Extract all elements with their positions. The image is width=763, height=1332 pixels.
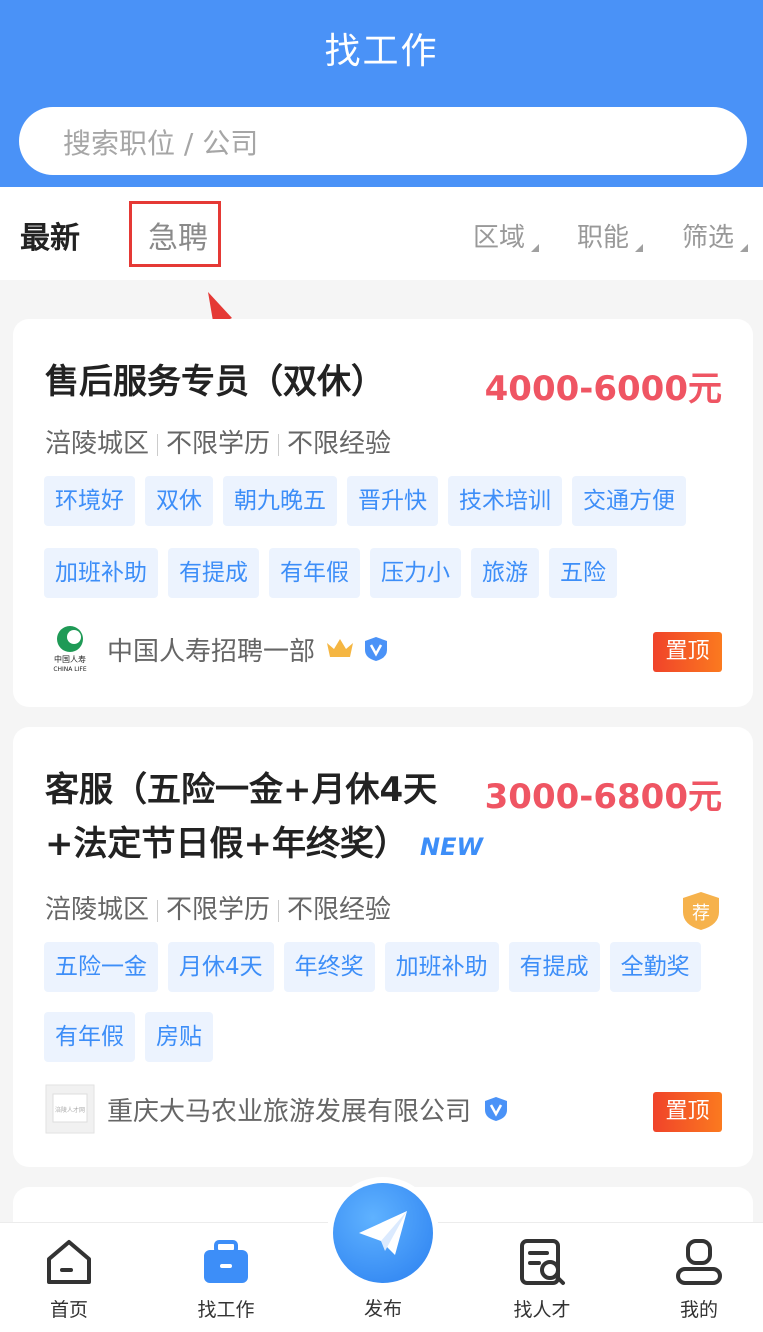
verified-icon	[485, 1097, 508, 1121]
job-education: 不限学历	[166, 895, 271, 925]
job-tag: 有提成	[168, 547, 259, 598]
china-life-logo: 中国人寿 CHINA LIFE	[53, 626, 87, 673]
job-tag: 五险一金	[44, 942, 158, 992]
crown-icon	[327, 639, 354, 657]
tab-home-label: 首页	[49, 1299, 88, 1321]
talent-search-icon	[520, 1239, 565, 1285]
company-logo: 涪陵人才网	[45, 1084, 95, 1134]
company-row[interactable]: 涪陵人才网 重庆大马农业旅游发展有限公司	[45, 1079, 509, 1139]
job-tag: 房贴	[145, 1012, 213, 1062]
company-name: 重庆大马农业旅游发展有限公司	[107, 1096, 472, 1127]
job-education: 不限学历	[166, 429, 271, 459]
pinned-badge: 置顶	[653, 1092, 722, 1132]
job-title-line2: +法定节日假+年终奖）	[45, 824, 408, 864]
tab-me[interactable]: 我的	[649, 1237, 749, 1322]
publish-button[interactable]	[333, 1183, 433, 1283]
recommend-badge-icon: 荐	[683, 892, 719, 930]
tab-home[interactable]: 首页	[19, 1237, 119, 1322]
job-location: 涪陵城区	[45, 429, 150, 459]
tab-talent[interactable]: 找人才	[492, 1237, 592, 1322]
job-tag: 晋升快	[347, 476, 438, 526]
job-tag: 旅游	[471, 547, 539, 598]
job-tags: 五险一金 月休4天 年终奖 加班补助 有提成 全勤奖 有年假 房贴	[44, 942, 734, 1082]
job-meta: 涪陵城区 不限学历 不限经验	[45, 889, 391, 926]
job-title-line1: 客服（五险一金+月休4天	[45, 770, 438, 810]
tab-publish-label: 发布	[363, 1298, 402, 1320]
pinned-badge: 置顶	[653, 632, 722, 672]
job-tag: 五险	[549, 547, 617, 598]
verified-icon	[365, 637, 388, 661]
job-tag: 压力小	[370, 547, 461, 598]
job-tag: 有年假	[44, 1012, 135, 1062]
job-card[interactable]: 客服（五险一金+月休4天 +法定节日假+年终奖） NEW 3000-6800元 涪…	[13, 727, 753, 1167]
job-salary: 4000-6000元	[484, 369, 722, 409]
company-logo-text: 涪陵人才网	[55, 1106, 85, 1114]
paper-plane-icon	[359, 1211, 407, 1255]
job-tag: 技术培训	[448, 476, 562, 526]
job-card[interactable]: 售后服务专员（双休） 4000-6000元 涪陵城区 不限学历 不限经验 环境好 双…	[13, 319, 753, 707]
logo-text-en: CHINA LIFE	[53, 666, 87, 673]
tab-me-label: 我的	[679, 1299, 718, 1321]
tab-jobs-label: 找工作	[197, 1299, 255, 1321]
job-tags: 环境好 双休 朝九晚五 晋升快 技术培训 交通方便 加班补助 有提成 有年假 压…	[44, 476, 734, 619]
job-tag: 全勤奖	[609, 942, 701, 992]
job-experience: 不限经验	[287, 895, 392, 925]
job-title: 客服（五险一金+月休4天 +法定节日假+年终奖） NEW	[45, 763, 483, 874]
job-tag: 年终奖	[283, 942, 375, 992]
job-tag: 朝九晚五	[223, 476, 337, 526]
recommend-label: 荐	[692, 903, 710, 924]
job-tag: 交通方便	[572, 476, 686, 526]
job-location: 涪陵城区	[45, 895, 150, 925]
briefcase-icon	[204, 1240, 248, 1283]
job-tag: 加班补助	[384, 942, 499, 992]
job-salary: 3000-6800元	[484, 777, 722, 817]
job-tag: 加班补助	[44, 547, 158, 598]
job-title: 售后服务专员（双休）	[45, 362, 385, 402]
job-tag: 环境好	[44, 476, 135, 526]
home-icon	[47, 1240, 91, 1284]
job-tag: 双休	[145, 476, 213, 526]
company-row[interactable]: 中国人寿 CHINA LIFE 中国人寿招聘一部	[45, 619, 389, 679]
job-tag: 有提成	[508, 942, 600, 992]
logo-text-cn: 中国人寿	[54, 654, 86, 664]
job-experience: 不限经验	[287, 429, 392, 459]
new-badge: NEW	[419, 833, 483, 861]
tab-talent-label: 找人才	[513, 1299, 571, 1321]
tab-jobs[interactable]: 找工作	[176, 1237, 276, 1322]
job-tag: 有年假	[269, 547, 360, 598]
company-name: 中国人寿招聘一部	[107, 636, 316, 667]
job-meta: 涪陵城区 不限学历 不限经验	[45, 423, 391, 460]
user-icon	[676, 1239, 722, 1285]
job-tag: 月休4天	[168, 942, 274, 992]
